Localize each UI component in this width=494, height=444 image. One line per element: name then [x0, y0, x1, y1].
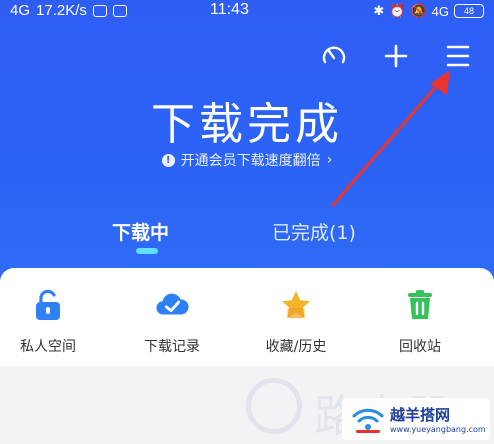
shortcut-download-history[interactable]: 下载记录: [112, 288, 232, 356]
plus-icon: [384, 44, 408, 68]
trash-icon: [408, 290, 432, 319]
network-speed: 17.2K/s: [36, 2, 87, 19]
menu-icon: [446, 45, 470, 67]
shortcut-favorites-history[interactable]: 收藏/历史: [236, 288, 356, 356]
network-type: 4G: [431, 3, 449, 19]
watermark-badge-url: www.yueyangbang.com: [390, 425, 486, 434]
shortcut-panel: 私人空间 下载记录 收藏/历史 回收站: [0, 268, 494, 366]
shortcut-private-space[interactable]: 私人空间: [0, 288, 108, 356]
shortcut-label: 下载记录: [144, 339, 200, 355]
video-icon: [92, 4, 107, 17]
watermark-badge-text: 越羊搭网: [390, 406, 451, 424]
signal-indicator: 4G: [10, 2, 31, 19]
shortcut-label: 收藏/历史: [265, 339, 327, 355]
shortcut-recycle-bin[interactable]: 回收站: [360, 288, 480, 356]
tab-downloading[interactable]: 下载中: [112, 218, 169, 245]
status-bar: 4G 17.2K/s 11:43 ✱ ⏰ 🔕 4G 48: [0, 0, 494, 24]
shortcut-label: 回收站: [399, 339, 441, 355]
cloud-check-icon: [156, 293, 189, 315]
vip-promo-text: 开通会员下载速度翻倍: [180, 153, 321, 169]
add-button[interactable]: [380, 40, 412, 72]
star-icon: [281, 290, 311, 319]
menu-button[interactable]: [442, 40, 474, 72]
tab-completed[interactable]: 已完成(1): [272, 218, 356, 245]
chevron-right-icon: ›: [326, 152, 333, 168]
alarm-icon: ⏰: [389, 3, 406, 18]
vip-promo-link[interactable]: ! 开通会员下载速度翻倍 ›: [0, 150, 494, 170]
lock-icon: [36, 289, 60, 320]
bluetooth-icon: ✱: [373, 3, 385, 18]
silent-icon: 🔕: [410, 3, 427, 18]
wifi-icon: [352, 408, 384, 433]
clock: 11:43: [210, 1, 249, 18]
top-actions: [318, 40, 474, 72]
active-tab-indicator: [136, 248, 158, 254]
shortcut-label: 私人空间: [20, 339, 76, 355]
watermark-logo: [246, 378, 302, 434]
info-icon: !: [161, 153, 175, 167]
speedometer-button[interactable]: [318, 40, 350, 72]
speedometer-icon: [322, 46, 346, 64]
page-title: 下载完成: [151, 99, 343, 150]
notification-icon: [112, 4, 127, 17]
battery-indicator: 48: [454, 4, 484, 18]
